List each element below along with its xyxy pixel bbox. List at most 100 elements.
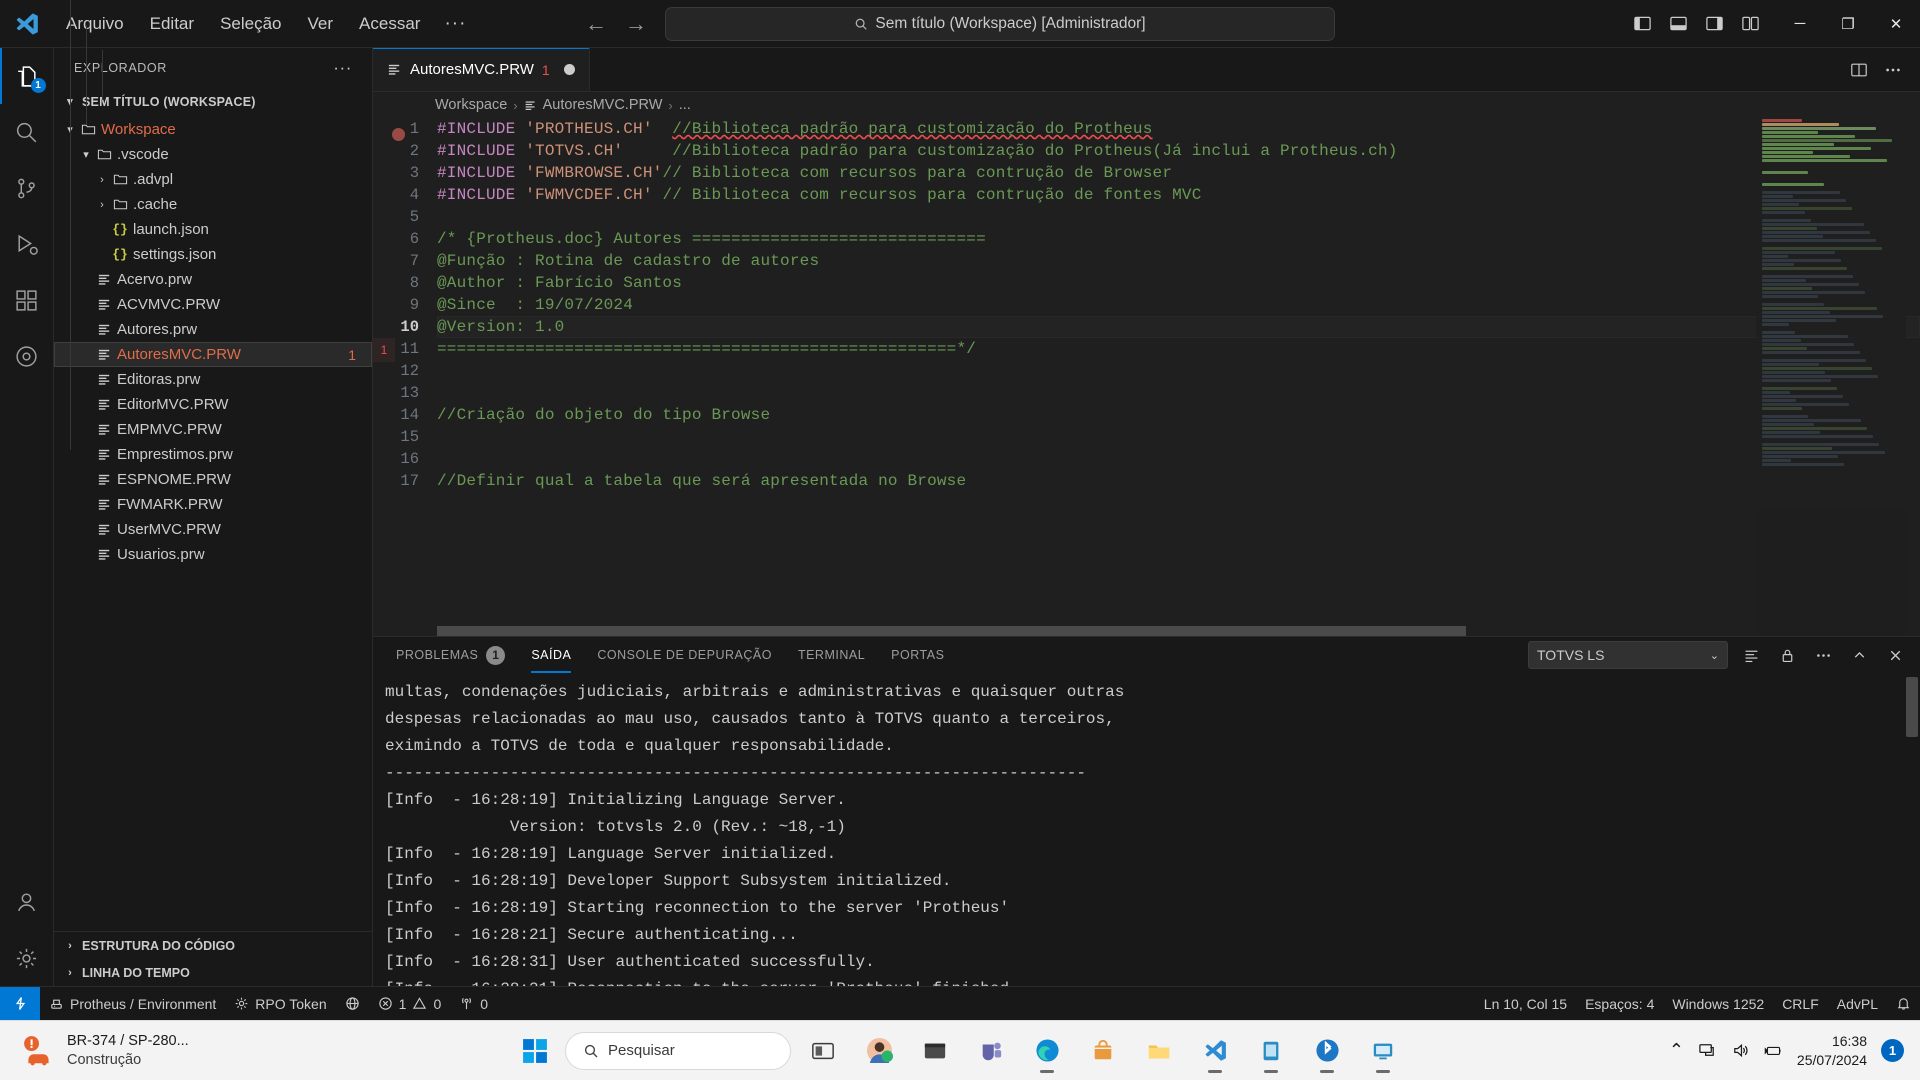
tree-item[interactable]: Editoras.prw (54, 367, 372, 392)
taskbar-task-view[interactable] (799, 1027, 847, 1075)
code-editor[interactable]: 1 1 2 3 4 5 6 7 8 9 10 11 12 13 14 15 16 17 #INCLUDE 'PR… (373, 118, 1920, 636)
clear-output-icon[interactable] (1738, 642, 1764, 668)
code-line[interactable]: #INCLUDE 'TOTVS.CH' //Biblioteca padrão … (437, 140, 1920, 162)
window-minimize-button[interactable]: ─ (1776, 0, 1824, 48)
activity-run-debug[interactable] (0, 216, 54, 272)
output-channel-select[interactable]: TOTVS LS ⌄ (1528, 641, 1728, 669)
code-line[interactable]: //Definir qual a tabela que será apresen… (437, 470, 1920, 492)
menu-arquivo[interactable]: Arquivo (54, 10, 136, 38)
code-line[interactable] (437, 426, 1920, 448)
status-cursor-position[interactable]: Ln 10, Col 15 (1475, 987, 1576, 1021)
tree-item[interactable]: EMPMVC.PRW (54, 417, 372, 442)
tree-item[interactable]: EditorMVC.PRW (54, 392, 372, 417)
output-content[interactable]: multas, condenações judiciais, arbitrais… (373, 673, 1920, 986)
close-panel-icon[interactable] (1882, 642, 1908, 668)
status-globe[interactable] (336, 987, 369, 1021)
menu-ver[interactable]: Ver (296, 10, 346, 38)
code-line[interactable]: ========================================… (437, 338, 1920, 360)
taskbar-explorer[interactable] (1135, 1027, 1183, 1075)
code-line[interactable]: #INCLUDE 'FWMVCDEF.CH' // Biblioteca com… (437, 184, 1920, 206)
tab-saida[interactable]: SAÍDA (518, 637, 584, 673)
window-close-button[interactable]: ✕ (1872, 0, 1920, 48)
editor-more-actions-icon[interactable] (1880, 57, 1906, 83)
taskbar-bluetooth-app[interactable] (1303, 1027, 1351, 1075)
tab-terminal[interactable]: TERMINAL (785, 637, 878, 673)
menu-more-button[interactable]: ··· (434, 9, 476, 39)
status-radio-tower[interactable]: 0 (450, 987, 497, 1021)
minimap[interactable] (1756, 118, 1906, 636)
code-line[interactable]: #INCLUDE 'FWMBROWSE.CH'// Biblioteca com… (437, 162, 1920, 184)
tree-item[interactable]: {} launch.json (54, 217, 372, 242)
tree-item[interactable]: ▾ .vscode (54, 142, 372, 167)
menu-acessar[interactable]: Acessar (347, 10, 432, 38)
taskbar-teams[interactable] (967, 1027, 1015, 1075)
tree-item[interactable]: ▾Workspace (54, 117, 372, 142)
tree-item[interactable]: AutoresMVC.PRW 1 (54, 342, 372, 367)
activity-accounts[interactable] (0, 874, 54, 930)
start-button[interactable] (513, 1029, 557, 1073)
menu-selecao[interactable]: Seleção (208, 10, 293, 38)
tree-item[interactable]: Autores.prw (54, 317, 372, 342)
tree-item[interactable]: ACVMVC.PRW (54, 292, 372, 317)
activity-totvs[interactable] (0, 328, 54, 384)
chevron-down-icon[interactable]: ▾ (78, 148, 94, 161)
code-line[interactable]: @Função : Rotina de cadastro de autores (437, 250, 1920, 272)
tree-item[interactable]: › .advpl (54, 167, 372, 192)
status-rpo-token[interactable]: RPO Token (225, 987, 335, 1021)
file-tree[interactable]: ▾Workspace ▾ .vscode › .advpl › .cache {} launch… (54, 0, 372, 931)
taskbar-widgets-avatar[interactable] (855, 1027, 903, 1075)
tab-console-depuracao[interactable]: CONSOLE DE DEPURAÇÃO (584, 637, 785, 673)
tree-item[interactable]: ESPNOME.PRW (54, 467, 372, 492)
status-protheus-environment[interactable]: Protheus / Environment (40, 987, 225, 1021)
tree-item[interactable]: FWMARK.PRW (54, 492, 372, 517)
notification-badge[interactable]: 1 (1881, 1039, 1904, 1062)
tree-item[interactable]: UserMVC.PRW (54, 517, 372, 542)
breadcrumb-workspace[interactable]: Workspace (435, 97, 507, 113)
tree-item[interactable]: › .cache (54, 192, 372, 217)
forward-arrow-icon[interactable]: → (625, 12, 647, 35)
panel-scrollbar[interactable] (1906, 677, 1918, 737)
code-line[interactable] (437, 448, 1920, 470)
breadcrumb-file[interactable]: AutoresMVC.PRW (543, 97, 663, 113)
activity-source-control[interactable] (0, 160, 54, 216)
panel-more-actions-icon[interactable] (1810, 642, 1836, 668)
command-center-search[interactable]: Sem título (Workspace) [Administrador] (665, 6, 1335, 41)
sidebar-more-actions[interactable]: ··· (333, 58, 352, 78)
toggle-primary-sidebar-icon[interactable] (1626, 8, 1658, 40)
toggle-secondary-sidebar-icon[interactable] (1698, 8, 1730, 40)
section-outline[interactable]: › ESTRUTURA DO CÓDIGO (54, 932, 372, 959)
tab-dirty-indicator[interactable] (563, 64, 575, 75)
tab-autoresmvc[interactable]: AutoresMVC.PRW 1 (373, 48, 590, 91)
code-line[interactable]: #INCLUDE 'PROTHEUS.CH' //Biblioteca padr… (437, 118, 1920, 140)
activity-settings[interactable] (0, 930, 54, 986)
split-editor-icon[interactable] (1846, 57, 1872, 83)
taskbar-edge[interactable] (1023, 1027, 1071, 1075)
breadcrumb-symbol[interactable]: ... (679, 97, 691, 113)
taskbar-vscode[interactable] (1191, 1027, 1239, 1075)
code-line[interactable] (437, 382, 1920, 404)
status-indentation[interactable]: Espaços: 4 (1576, 987, 1663, 1021)
remote-indicator[interactable] (0, 986, 40, 1021)
tab-problemas[interactable]: PROBLEMAS 1 (383, 637, 518, 673)
chevron-right-icon[interactable]: › (94, 174, 110, 186)
window-maximize-button[interactable]: ❐ (1824, 0, 1872, 48)
code-line[interactable]: @Since : 19/07/2024 (437, 294, 1920, 316)
maximize-panel-icon[interactable] (1846, 642, 1872, 668)
tree-item[interactable]: Emprestimos.prw (54, 442, 372, 467)
taskbar-store[interactable] (1079, 1027, 1127, 1075)
chevron-right-icon[interactable]: › (94, 199, 110, 211)
activity-extensions[interactable] (0, 272, 54, 328)
editor-vertical-scrollbar[interactable] (1906, 118, 1920, 636)
taskbar-remote-desktop[interactable] (1359, 1027, 1407, 1075)
code-line[interactable]: @Version: 1.0 (437, 316, 1920, 338)
taskbar-search[interactable]: Pesquisar (565, 1031, 791, 1070)
tree-item[interactable]: Acervo.prw (54, 267, 372, 292)
activity-explorer[interactable]: 1 (0, 48, 54, 104)
code-lines[interactable]: #INCLUDE 'PROTHEUS.CH' //Biblioteca padr… (437, 118, 1920, 636)
taskbar-clock[interactable]: 16:38 25/07/2024 (1797, 1032, 1867, 1070)
taskbar-file-explorer-dark[interactable] (911, 1027, 959, 1075)
code-line[interactable]: /* {Protheus.doc} Autores ==============… (437, 228, 1920, 250)
tree-item[interactable]: Usuarios.prw (54, 542, 372, 567)
tree-item[interactable]: {} settings.json (54, 242, 372, 267)
activity-search[interactable] (0, 104, 54, 160)
